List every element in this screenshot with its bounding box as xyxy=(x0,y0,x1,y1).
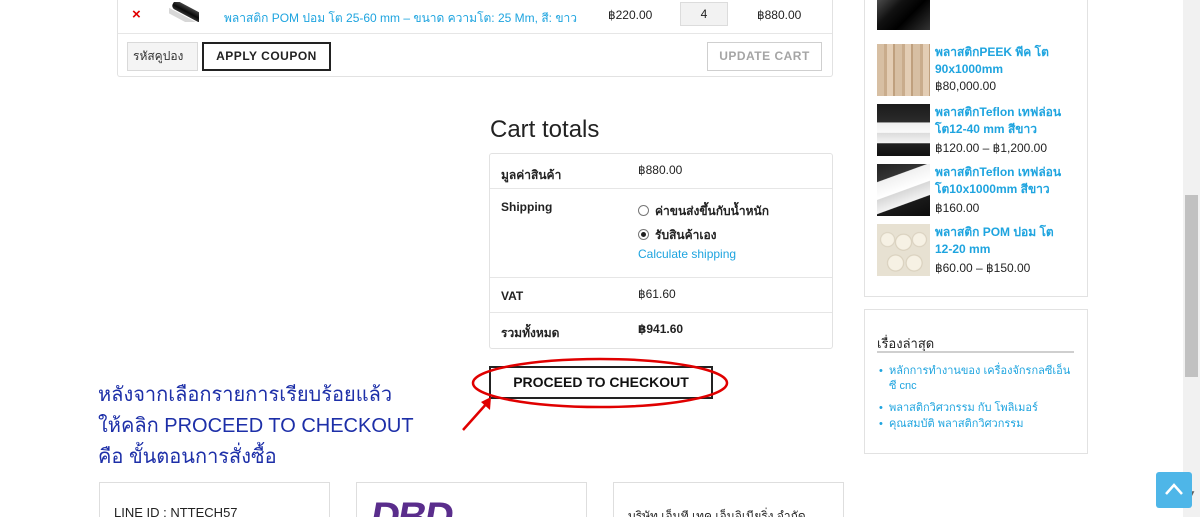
shipping-option-pickup[interactable]: รับสินค้าเอง xyxy=(638,226,717,245)
sidebar-recent-posts-widget: เรื่องล่าสุด หลักการทำงานของ เครื่องจักร… xyxy=(864,309,1088,454)
scrollbar-thumb[interactable] xyxy=(1185,195,1198,377)
radio-checked-icon[interactable] xyxy=(638,229,649,240)
sidebar-product-item[interactable]: พลาสติกTeflon เทฟล่อน โต12-40 mm สีขาว ฿… xyxy=(877,104,1082,162)
teflon-rod-image[interactable] xyxy=(877,164,930,216)
annotation-line-1: หลังจากเลือกรายการเรียบร้อยแล้ว xyxy=(98,384,393,406)
back-to-top-button[interactable] xyxy=(1156,472,1192,508)
sidebar-product-price: ฿80,000.00 xyxy=(935,79,997,93)
subtotal-row: มูลค่าสินค้า ฿880.00 xyxy=(490,154,832,189)
shipping-option-label: รับสินค้าเอง xyxy=(655,228,717,242)
order-total-label: รวมทั้งหมด xyxy=(501,326,560,340)
cart-totals-table: มูลค่าสินค้า ฿880.00 Shipping ค่าขนส่งขึ… xyxy=(489,153,833,349)
heading-divider xyxy=(877,351,1074,353)
teflon-rod-image[interactable] xyxy=(877,104,930,156)
annotation-line-2: ให้คลิก PROCEED TO CHECKOUT xyxy=(98,415,414,437)
sidebar-product-title[interactable]: พลาสติก POM ปอม โต 12-20 mm xyxy=(935,224,1070,258)
sidebar-product-price: ฿160.00 xyxy=(935,201,980,215)
coupon-code-input[interactable]: รหัสคูปอง xyxy=(127,42,198,71)
cart-totals-title: Cart totals xyxy=(490,116,600,143)
product-price: ฿220.00 xyxy=(608,8,653,22)
recent-post-link[interactable]: คุณสมบัติ พลาสติกวิศวกรรม xyxy=(877,417,1077,432)
product-thumbnail[interactable] xyxy=(169,2,199,22)
vat-row: VAT ฿61.60 xyxy=(490,278,832,313)
order-total-row: รวมทั้งหมด ฿941.60 xyxy=(490,313,832,348)
shipping-label: Shipping xyxy=(501,200,553,214)
recent-post-link[interactable]: หลักการทำงานของ เครื่องจักรกลซีเอ็นซี cn… xyxy=(877,364,1077,394)
cart-item-row: × พลาสติก POM ปอม โต 25-60 mm – ขนาด ควา… xyxy=(118,0,832,34)
apply-coupon-button[interactable]: APPLY COUPON xyxy=(202,42,331,71)
sidebar-product-title[interactable]: พลาสติกTeflon เทฟล่อน โต12-40 mm สีขาว xyxy=(935,104,1070,138)
order-total-value: ฿941.60 xyxy=(638,322,684,336)
peek-rod-image[interactable] xyxy=(877,44,930,96)
shipping-option-label: ค่าขนส่งขึ้นกับน้ำหนัก xyxy=(655,204,769,218)
shipping-option-weight[interactable]: ค่าขนส่งขึ้นกับน้ำหนัก xyxy=(638,202,769,221)
sidebar-product-price: ฿60.00 – ฿150.00 xyxy=(935,261,1031,275)
calculate-shipping-link[interactable]: Calculate shipping xyxy=(638,247,736,261)
remove-item-button[interactable]: × xyxy=(132,7,141,23)
shipping-row: Shipping ค่าขนส่งขึ้นกับน้ำหนัก รับสินค้… xyxy=(490,189,832,278)
recent-post-link[interactable]: พลาสติกวิศวกรรม กับ โพลิเมอร์ xyxy=(877,401,1077,416)
sidebar-product-item[interactable]: พลาสติก POM ปอม โต 12-20 mm ฿60.00 – ฿15… xyxy=(877,224,1082,282)
vat-label: VAT xyxy=(501,289,524,303)
update-cart-button[interactable]: UPDATE CART xyxy=(707,42,822,71)
line-id-text: LINE ID : NTTECH57 xyxy=(114,505,238,517)
product-name-link[interactable]: พลาสติก POM ปอม โต 25-60 mm – ขนาด ความโ… xyxy=(224,9,577,28)
product-subtotal: ฿880.00 xyxy=(757,8,802,22)
subtotal-label: มูลค่าสินค้า xyxy=(501,168,562,182)
subtotal-value: ฿880.00 xyxy=(638,163,683,177)
chevron-up-icon xyxy=(1165,483,1183,495)
sidebar-product-title[interactable]: พลาสติกPEEK พีค โต 90x1000mm xyxy=(935,44,1070,78)
sidebar-product-item[interactable]: พลาสติกPEEK พีค โต 90x1000mm ฿80,000.00 xyxy=(877,44,1082,102)
footer-company-box: บริษัท เอ็นที เทค เอ็นจิเนียริ่ง จำกัด xyxy=(613,482,844,517)
sidebar-product-price: ฿120.00 – ฿1,200.00 xyxy=(935,141,1048,155)
footer-contact-box: LINE ID : NTTECH57 xyxy=(99,482,330,517)
dbd-logo[interactable]: DBD xyxy=(371,497,475,517)
radio-icon[interactable] xyxy=(638,205,649,216)
quantity-input[interactable]: 4 xyxy=(680,2,728,26)
sidebar-product-item[interactable] xyxy=(877,0,1082,30)
sidebar-products-widget: พลาสติกPEEK พีค โต 90x1000mm ฿80,000.00 … xyxy=(864,0,1088,297)
pom-rod-image[interactable] xyxy=(877,224,930,276)
sidebar-product-title[interactable]: พลาสติกTeflon เทฟล่อน โต10x1000mm สีขาว xyxy=(935,164,1070,198)
black-plastic-image[interactable] xyxy=(877,0,930,30)
footer-logo-box: DBD xyxy=(356,482,587,517)
vat-value: ฿61.60 xyxy=(638,287,676,301)
company-name-text: บริษัท เอ็นที เทค เอ็นจิเนียริ่ง จำกัด xyxy=(628,509,806,517)
annotation-arrow xyxy=(462,401,489,431)
sidebar-product-item[interactable]: พลาสติกTeflon เทฟล่อน โต10x1000mm สีขาว … xyxy=(877,164,1082,222)
proceed-to-checkout-button[interactable]: PROCEED TO CHECKOUT xyxy=(489,366,713,399)
annotation-line-3: คือ ขั้นตอนการสั่งซื้อ xyxy=(98,446,277,468)
